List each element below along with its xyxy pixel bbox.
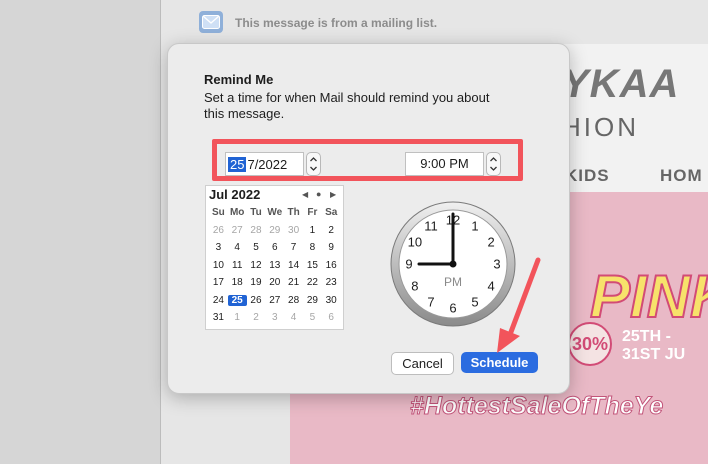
nav-link-kids[interactable]: KIDS: [565, 166, 610, 186]
calendar-day[interactable]: 2: [322, 225, 341, 236]
calendar-day[interactable]: 4: [228, 242, 247, 253]
calendar-weekday-label: Fr: [307, 207, 318, 219]
calendar-picker[interactable]: Jul 2022 ◀ ● ▶ Su Mo Tu We Th Fr Sa 26 27 28 29 30 1…: [205, 185, 344, 330]
calendar-day[interactable]: 27: [265, 295, 284, 306]
brand-logo-top: YKAA: [562, 62, 680, 106]
calendar-weekday-label: We: [267, 207, 283, 219]
calendar-weekday-row: Su Mo Tu We Th Fr Sa: [209, 204, 341, 222]
clock-number: 8: [411, 279, 418, 294]
promo-hashtag: #HottestSaleOfTheYe: [409, 392, 664, 421]
nav-link-home[interactable]: HOM: [660, 166, 703, 186]
calendar-day[interactable]: 1: [228, 312, 247, 323]
clock-number: 2: [487, 235, 494, 250]
calendar-day[interactable]: 5: [303, 312, 322, 323]
mailbox-sidebar: [0, 0, 160, 464]
calendar-day[interactable]: 29: [265, 225, 284, 236]
dialog-title: Remind Me: [204, 72, 274, 87]
calendar-week-row: 10 11 12 13 14 15 16: [209, 257, 341, 275]
clock-number: 11: [424, 218, 438, 233]
promo-discount-badge: 30%: [568, 322, 612, 366]
calendar-day[interactable]: 17: [209, 277, 228, 288]
calendar-week-row: 3456789: [209, 239, 341, 257]
analog-clock[interactable]: 121234567891011PM: [388, 199, 518, 329]
calendar-day[interactable]: 19: [247, 277, 266, 288]
clock-number: 5: [471, 295, 478, 310]
clock-center-pin: [449, 260, 457, 268]
calendar-week-row: 24 25 26 27 28 29 30: [209, 292, 341, 310]
calendar-day[interactable]: 7: [284, 242, 303, 253]
calendar-weekday-label: Th: [287, 207, 300, 219]
calendar-day[interactable]: 15: [303, 260, 322, 271]
calendar-day[interactable]: 28: [284, 295, 303, 306]
mailing-list-icon: [199, 11, 223, 33]
next-month-icon[interactable]: ▶: [330, 190, 336, 199]
calendar-day[interactable]: 5: [247, 242, 266, 253]
previous-month-icon[interactable]: ◀: [302, 190, 308, 199]
calendar-week-row: 17 18 19 20 21 22 23: [209, 274, 341, 292]
calendar-day[interactable]: 1: [303, 225, 322, 236]
today-dot-icon[interactable]: ●: [316, 189, 321, 199]
calendar-day[interactable]: 6: [322, 312, 341, 323]
calendar-day[interactable]: 16: [322, 260, 341, 271]
calendar-day[interactable]: 22: [303, 277, 322, 288]
calendar-day[interactable]: 26: [209, 225, 228, 236]
promo-title: PINK: [589, 262, 708, 331]
calendar-day[interactable]: 10: [209, 260, 228, 271]
calendar-day[interactable]: 26: [247, 295, 266, 306]
calendar-day[interactable]: 27: [228, 225, 247, 236]
calendar-day[interactable]: 30: [322, 295, 341, 306]
calendar-day[interactable]: 29: [303, 295, 322, 306]
calendar-week-row: 31 1 2 3 4 5 6: [209, 309, 341, 327]
calendar-day[interactable]: 18: [228, 277, 247, 288]
mailing-list-notice: This message is from a mailing list.: [235, 16, 438, 30]
calendar-day[interactable]: 20: [265, 277, 284, 288]
calendar-day[interactable]: 13: [265, 260, 284, 271]
clock-number: 1: [471, 218, 478, 233]
clock-number: 10: [408, 235, 422, 250]
calendar-day[interactable]: 8: [303, 242, 322, 253]
calendar-week-row: 26 27 28 29 30 1 2: [209, 222, 341, 240]
brand-logo-bottom: HION: [562, 112, 639, 142]
clock-number: 4: [487, 279, 494, 294]
calendar-month-label: Jul 2022: [209, 187, 261, 202]
calendar-day[interactable]: 31: [209, 312, 228, 323]
calendar-day[interactable]: 4: [284, 312, 303, 323]
schedule-button[interactable]: Schedule: [461, 352, 538, 373]
calendar-grid: Su Mo Tu We Th Fr Sa 26 27 28 29 30 1 2 3 4 5 6 7 8 9 10 11 12 1…: [209, 204, 341, 327]
calendar-day[interactable]: 12: [247, 260, 266, 271]
calendar-day[interactable]: 23: [322, 277, 341, 288]
calendar-day[interactable]: 24: [209, 295, 228, 306]
calendar-day[interactable]: 14: [284, 260, 303, 271]
calendar-day[interactable]: 2: [247, 312, 266, 323]
mailing-list-banner: This message is from a mailing list.: [161, 0, 708, 44]
calendar-day[interactable]: 28: [247, 225, 266, 236]
calendar-day[interactable]: 3: [209, 242, 228, 253]
calendar-weekday-label: Tu: [250, 207, 262, 219]
calendar-weekday-label: Su: [212, 207, 225, 219]
calendar-weekday-label: Sa: [325, 207, 338, 219]
highlight-annotation: [212, 139, 523, 181]
remind-me-dialog: Remind Me Set a time for when Mail shoul…: [167, 43, 570, 394]
clock-period-label: PM: [444, 275, 462, 289]
calendar-weekday-label: Mo: [229, 207, 245, 219]
calendar-day[interactable]: 3: [265, 312, 284, 323]
cancel-button[interactable]: Cancel: [391, 352, 454, 375]
calendar-day[interactable]: 25: [227, 294, 247, 306]
promo-dates: 25TH - 31ST JU: [622, 328, 686, 363]
clock-number: 3: [493, 257, 500, 272]
calendar-day[interactable]: 6: [265, 242, 284, 253]
clock-number: 7: [427, 295, 434, 310]
calendar-day[interactable]: 9: [322, 242, 341, 253]
calendar-day[interactable]: 30: [284, 225, 303, 236]
clock-number: 9: [405, 257, 412, 272]
calendar-day[interactable]: 11: [228, 260, 247, 271]
clock-number: 6: [449, 301, 456, 316]
dialog-description: Set a time for when Mail should remind y…: [204, 90, 490, 121]
calendar-day[interactable]: 21: [284, 277, 303, 288]
